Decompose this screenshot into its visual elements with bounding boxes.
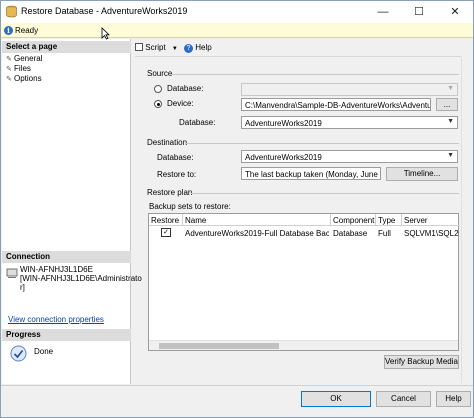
chevron-down-icon: ▼	[447, 118, 454, 125]
progress-status: Done	[34, 347, 54, 356]
server-connection-icon	[6, 268, 18, 278]
help-toolbar-label: Help	[195, 43, 212, 52]
source-divider	[171, 74, 459, 75]
timeline-button[interactable]: Timeline...	[386, 167, 458, 181]
backup-name-cell: AdventureWorks2019-Full Database Backup	[185, 229, 329, 238]
restore-plan-section-label: Restore plan	[147, 188, 193, 197]
help-button[interactable]: Help	[436, 391, 471, 407]
column-header-name[interactable]: Name	[185, 216, 206, 225]
grid-header: Restore Name Component Type Server	[149, 214, 460, 226]
help-icon: ?	[184, 44, 193, 53]
backup-server-cell: SQLVM1\SQL20	[404, 229, 459, 238]
source-database-dropdown[interactable]: ▼	[241, 83, 458, 96]
chevron-down-icon: ▼	[447, 85, 454, 92]
column-header-type[interactable]: Type	[378, 216, 395, 225]
destination-database-field[interactable]: AdventureWorks2019 ▼	[241, 150, 458, 163]
device-source-radio[interactable]	[154, 100, 162, 108]
destination-database-label: Database:	[157, 153, 194, 162]
source-database-select[interactable]: AdventureWorks2019 ▼	[241, 116, 458, 129]
column-separator	[375, 214, 376, 226]
database-icon	[6, 5, 17, 18]
chevron-down-icon: ▼	[171, 46, 178, 52]
mouse-cursor-icon	[101, 27, 110, 40]
toolbar-divider	[135, 56, 461, 57]
page-options-label: Options	[14, 74, 42, 83]
close-button[interactable]: ✕	[437, 1, 473, 23]
connection-user-line1: [WIN-AFNHJ3L1D6E\Administrato	[20, 274, 142, 283]
source-database-label: Database:	[179, 118, 216, 127]
wrench-icon: ✎	[6, 66, 12, 73]
backup-sets-grid: Restore Name Component Type Server ✓ Adv…	[148, 213, 460, 351]
device-source-label: Device:	[167, 99, 194, 108]
source-section-label: Source	[147, 69, 173, 78]
backup-sets-label: Backup sets to restore:	[149, 202, 231, 211]
status-text: Ready	[15, 26, 39, 35]
backup-type-cell: Full	[378, 229, 391, 238]
database-source-label: Database:	[167, 84, 204, 93]
column-header-component[interactable]: Component	[333, 216, 374, 225]
cancel-button[interactable]: Cancel	[376, 391, 431, 407]
wrench-icon: ✎	[6, 76, 12, 83]
ok-button[interactable]: OK	[301, 391, 371, 407]
view-connection-properties-link[interactable]: View connection properties	[8, 315, 104, 324]
scroll-thumb[interactable]	[159, 343, 279, 349]
source-database-selected: AdventureWorks2019	[245, 119, 322, 128]
column-header-server[interactable]: Server	[404, 216, 428, 225]
restore-to-field[interactable]: The last backup taken (Monday, June 15, …	[241, 167, 381, 180]
progress-header: Progress	[2, 329, 131, 341]
script-label: Script	[145, 43, 166, 52]
restore-to-label: Restore to:	[157, 170, 197, 179]
done-check-icon	[10, 345, 27, 362]
table-row[interactable]: ✓ AdventureWorks2019-Full Database Backu…	[149, 227, 460, 239]
chevron-down-icon: ▼	[447, 152, 454, 159]
restore-to-value: The last backup taken (Monday, June 15, …	[245, 170, 380, 179]
page-files-label: Files	[14, 64, 31, 73]
device-path-value: C:\Manvendra\Sample-DB-AdventureWorks\Ad…	[245, 101, 431, 110]
column-separator	[330, 214, 331, 226]
help-toolbar-button[interactable]: ? Help	[184, 43, 212, 53]
restore-database-window: Restore Database - AdventureWorks2019 — …	[0, 0, 474, 418]
page-general[interactable]: ✎ General	[6, 54, 42, 63]
vertical-scrollbar[interactable]	[461, 57, 473, 383]
destination-database-value: AdventureWorks2019	[245, 153, 322, 162]
connection-header: Connection	[2, 251, 131, 263]
destination-divider	[185, 143, 459, 144]
status-bar: i Ready	[1, 23, 473, 38]
column-header-restore[interactable]: Restore	[151, 216, 179, 225]
device-path-field[interactable]: C:\Manvendra\Sample-DB-AdventureWorks\Ad…	[241, 98, 431, 111]
select-page-header: Select a page	[2, 41, 131, 53]
left-pane: Select a page ✎ General ✎ Files ✎ Options C…	[2, 39, 142, 384]
page-general-label: General	[14, 54, 43, 63]
footer-divider	[1, 385, 473, 386]
restore-checkbox[interactable]: ✓	[161, 228, 171, 237]
destination-section-label: Destination	[147, 138, 188, 147]
column-separator	[182, 214, 183, 226]
grid-horizontal-scrollbar[interactable]	[149, 340, 458, 350]
browse-device-button[interactable]: ...	[436, 98, 458, 111]
maximize-button[interactable]: ☐	[401, 1, 437, 23]
connection-user-line2: r]	[20, 283, 25, 292]
database-source-radio[interactable]	[154, 85, 162, 93]
backup-component-cell: Database	[333, 229, 368, 238]
verify-backup-media-button[interactable]: Verify Backup Media	[384, 355, 459, 369]
restore-plan-divider	[191, 193, 459, 194]
page-options[interactable]: ✎ Options	[6, 74, 42, 83]
script-button[interactable]: Script ▼	[135, 43, 178, 52]
page-files[interactable]: ✎ Files	[6, 64, 31, 73]
connection-server: WIN-AFNHJ3L1D6E	[20, 265, 93, 274]
script-icon	[135, 43, 143, 51]
minimize-button[interactable]: —	[365, 1, 401, 23]
info-icon: i	[4, 26, 13, 35]
column-separator	[401, 214, 402, 226]
wrench-icon: ✎	[6, 56, 12, 63]
title-bar: Restore Database - AdventureWorks2019 — …	[1, 1, 473, 23]
window-title: Restore Database - AdventureWorks2019	[21, 6, 188, 16]
